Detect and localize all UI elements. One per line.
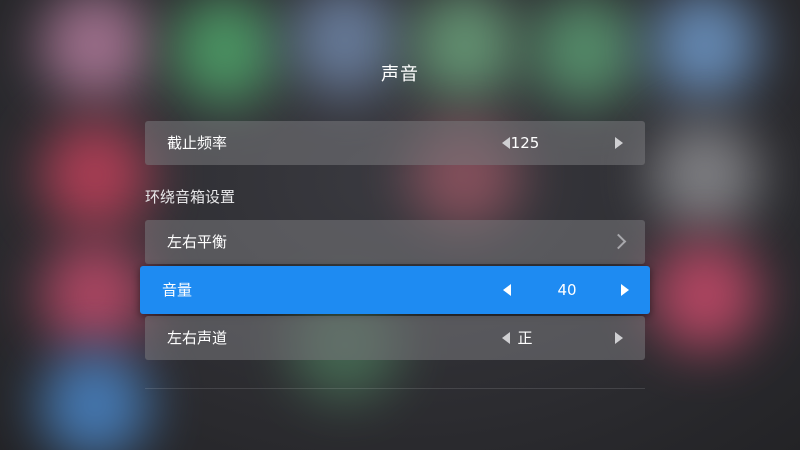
backdrop-tile — [40, 120, 150, 230]
balance-label: 左右平衡 — [167, 233, 228, 251]
volume-value: 40 — [557, 281, 577, 299]
list-divider — [145, 388, 645, 389]
backdrop-tile — [170, 0, 280, 105]
backdrop-tile — [40, 350, 150, 450]
volume-label: 音量 — [162, 281, 193, 299]
channel-value: 正 — [517, 329, 533, 347]
backdrop-tile — [650, 120, 760, 230]
balance-row[interactable]: 左右平衡 — [145, 220, 645, 264]
backdrop-tile — [650, 240, 760, 350]
settings-screen: 声音 截止频率 125 环绕音箱设置 左右平衡 音量 40 左右声道 正 — [0, 0, 800, 450]
channel-label: 左右声道 — [167, 329, 228, 347]
volume-row[interactable]: 音量 40 — [140, 266, 650, 314]
increase-arrow-icon[interactable] — [615, 332, 623, 344]
backdrop-tile — [40, 240, 150, 350]
increase-arrow-icon[interactable] — [621, 284, 629, 296]
channel-row[interactable]: 左右声道 正 — [145, 316, 645, 360]
cutoff-frequency-row[interactable]: 截止频率 125 — [145, 121, 645, 165]
decrease-arrow-icon[interactable] — [503, 284, 511, 296]
surround-section-heading: 环绕音箱设置 — [145, 188, 236, 206]
chevron-right-icon — [610, 233, 627, 250]
backdrop-tile — [530, 0, 640, 105]
page-title: 声音 — [381, 64, 419, 85]
cutoff-frequency-value: 125 — [510, 134, 540, 152]
cutoff-frequency-label: 截止频率 — [167, 134, 228, 152]
increase-arrow-icon[interactable] — [615, 137, 623, 149]
